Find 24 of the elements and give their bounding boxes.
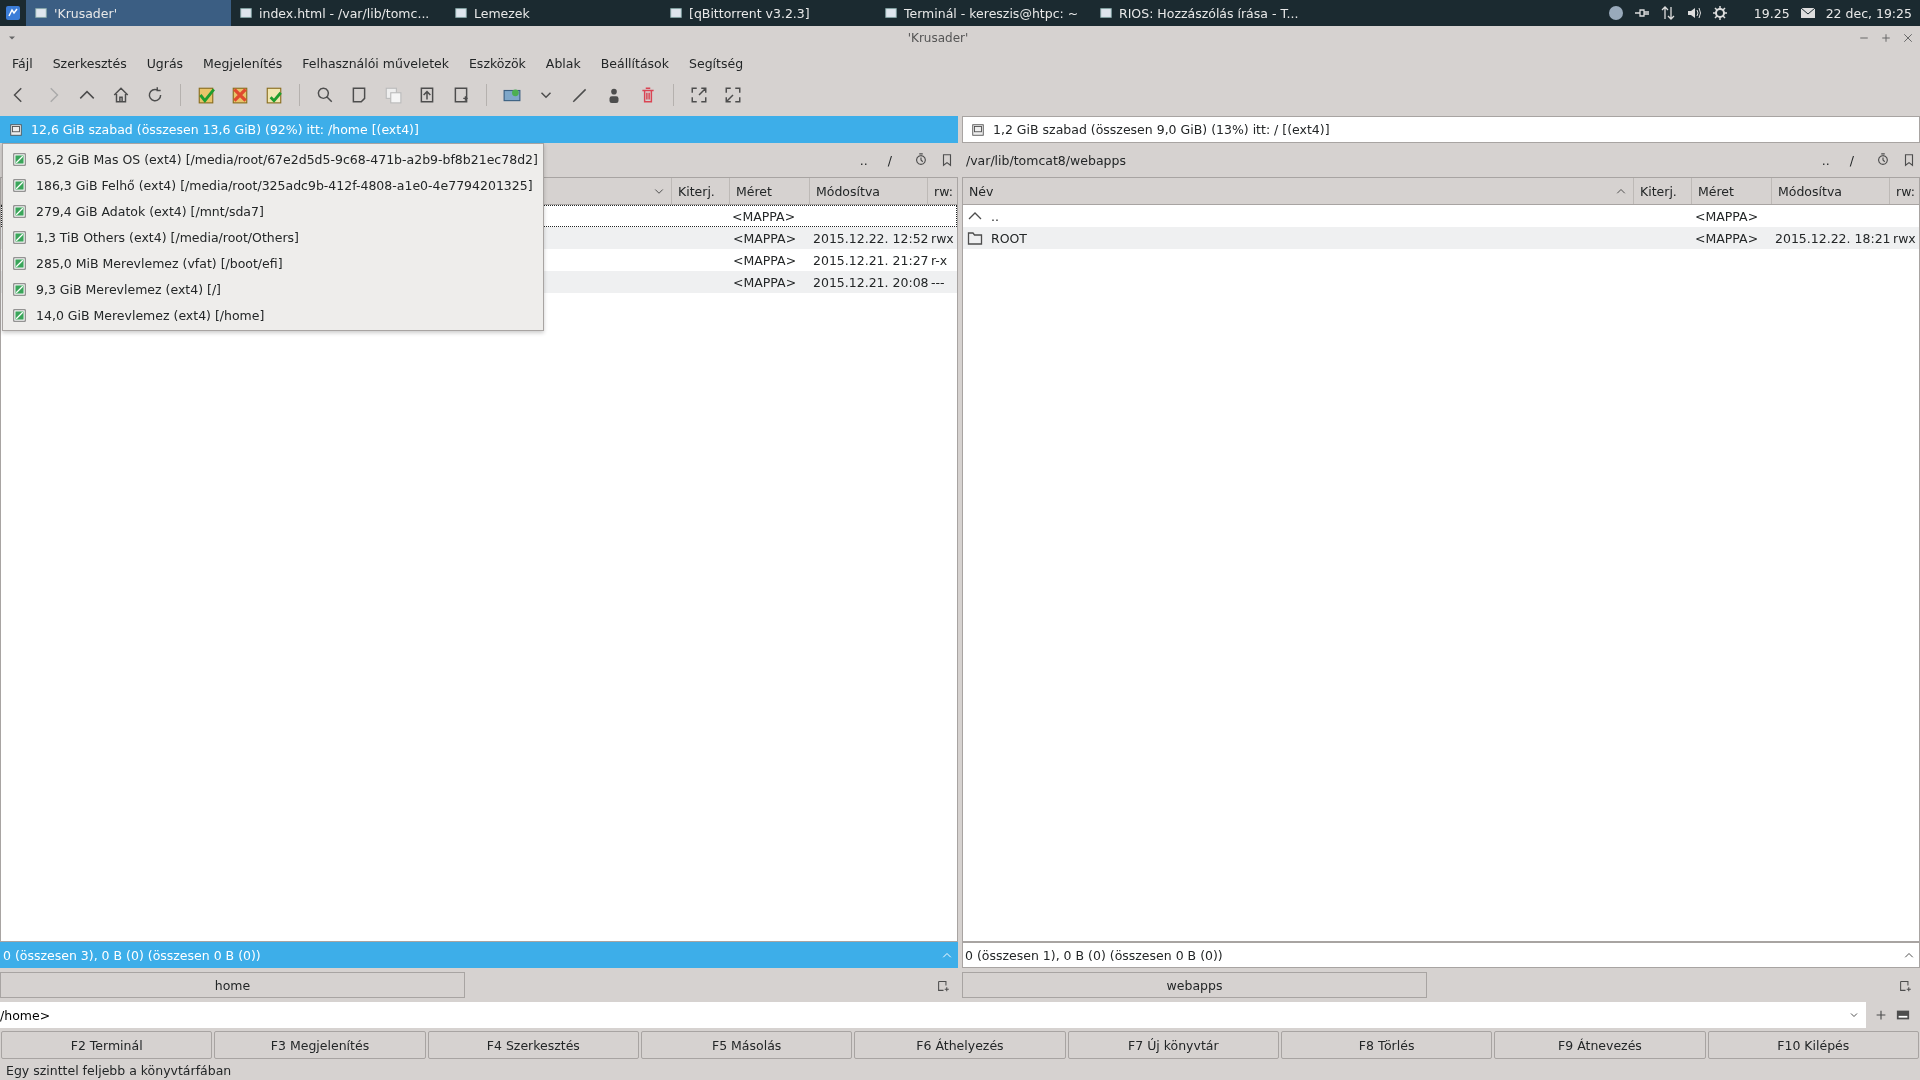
file-name: ROOT bbox=[991, 230, 1027, 246]
file-size: <MAPPA> bbox=[1695, 230, 1759, 246]
disk-info: 1,2 GiB szabad (összesen 9,0 GiB) (13%) itt: / [(ext4)] bbox=[993, 122, 1330, 137]
file-size: <MAPPA> bbox=[733, 252, 797, 268]
permissions: r-x bbox=[931, 252, 948, 268]
status-text: 0 (összesen 3), 0 B (0) (összesen 0 B (0)) bbox=[3, 947, 261, 963]
status-message: Egy szinttel feljebb a könyvtárfában bbox=[6, 1062, 232, 1078]
tray-time: 19.25 bbox=[1753, 5, 1790, 21]
file-size: <MAPPA> bbox=[733, 274, 797, 290]
file-name: .. bbox=[991, 208, 999, 224]
permissions: --- bbox=[931, 274, 945, 290]
file-size: <MAPPA> bbox=[1695, 208, 1759, 224]
file-size: <MAPPA> bbox=[732, 208, 796, 224]
clock: 22 dec, 19:25 bbox=[1825, 5, 1912, 21]
permissions: rwx bbox=[1893, 230, 1916, 246]
modified-date: 2015.12.21. 21:27 bbox=[813, 252, 929, 268]
modified-date: 2015.12.22. 18:21 bbox=[1775, 230, 1891, 246]
window-title: 'Krusader' bbox=[906, 31, 970, 45]
file-size: <MAPPA> bbox=[733, 230, 797, 246]
status-text: 0 (összesen 1), 0 B (0) (összesen 0 B (0)) bbox=[965, 947, 1223, 963]
disk-info: 12,6 GiB szabad (összesen 13,6 GiB) (92%) itt: /home [(ext4)] bbox=[31, 122, 419, 137]
permissions: rwx bbox=[931, 230, 954, 246]
modified-date: 2015.12.22. 12:52 bbox=[813, 230, 929, 246]
modified-date: 2015.12.21. 20:08 bbox=[813, 274, 929, 290]
